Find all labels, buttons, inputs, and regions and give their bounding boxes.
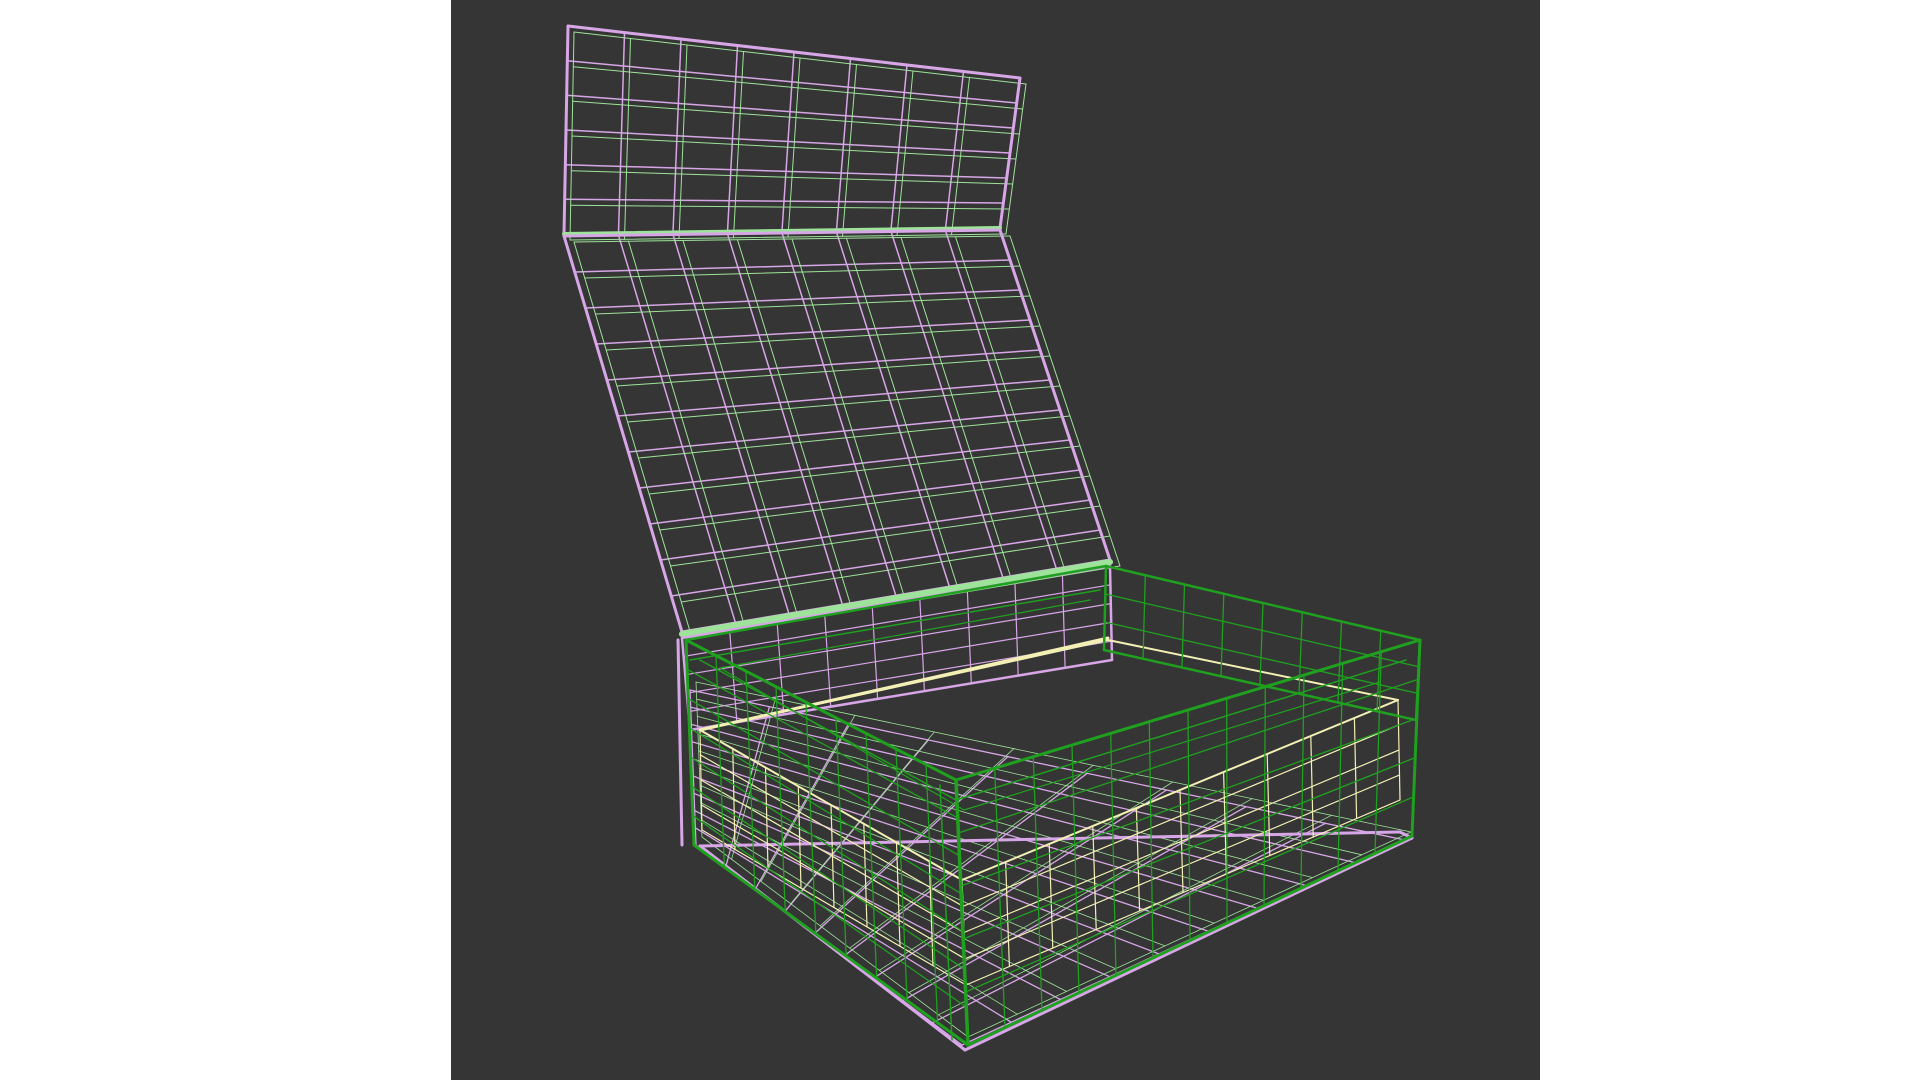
outer-rim-right-inner bbox=[955, 659, 1407, 801]
outer-right-grid-col bbox=[1300, 674, 1305, 889]
panel-grid-col bbox=[726, 233, 844, 606]
outer-right-grid-col bbox=[1187, 709, 1191, 942]
panel-grid-row bbox=[638, 439, 1071, 489]
panel-grid-row bbox=[573, 259, 1011, 273]
floor-grid-alt-col bbox=[819, 748, 1015, 927]
inner-right-grid-row bbox=[965, 799, 1401, 986]
panel-grid-col bbox=[781, 232, 897, 597]
flap-grid-row bbox=[566, 59, 1018, 104]
panel-grid-row bbox=[616, 379, 1051, 417]
outer-backright-grid-col bbox=[1298, 611, 1303, 695]
back-grid-col bbox=[871, 605, 879, 700]
panel-grid-alt-col bbox=[682, 240, 800, 621]
panel-grid-row bbox=[670, 529, 1101, 597]
lid-flap bbox=[562, 24, 1027, 241]
floor-grid-col bbox=[931, 822, 1327, 1024]
outer-frame-line bbox=[719, 599, 1091, 669]
panel-grid-alt-row bbox=[616, 355, 1051, 387]
back-grid-col bbox=[824, 613, 832, 708]
panel-grid-alt-col bbox=[900, 237, 1014, 585]
panel-grid-alt-col bbox=[846, 237, 960, 594]
outer-corner-post-inner bbox=[939, 784, 953, 1041]
floor-grid-col bbox=[872, 789, 1168, 979]
back-grid-col bbox=[776, 621, 785, 716]
inner-rim-back bbox=[698, 636, 1110, 732]
flap-grid-alt-row bbox=[572, 66, 1024, 110]
panel-grid-alt-row bbox=[637, 415, 1071, 459]
flap-grid-alt-row bbox=[571, 135, 1017, 160]
flap-grid-row bbox=[565, 94, 1015, 129]
back-left-edge bbox=[676, 638, 684, 847]
back-grid-row bbox=[684, 602, 1112, 676]
outer-left-outline bbox=[692, 843, 970, 1047]
outer-frame-line bbox=[719, 667, 965, 811]
panel-grid-alt-row bbox=[670, 505, 1101, 567]
flap-grid-alt-row bbox=[572, 100, 1020, 135]
panel-grid-alt-col bbox=[791, 238, 907, 603]
panel-grid-row bbox=[659, 499, 1091, 561]
panel-grid-alt-row bbox=[659, 475, 1091, 531]
flap-grid-alt-row bbox=[573, 31, 1027, 85]
outer-backright-grid-row bbox=[1104, 593, 1420, 668]
panel-grid-alt-row bbox=[680, 535, 1111, 603]
inner-right-grid-row bbox=[964, 774, 1401, 960]
panel-hinge bbox=[679, 559, 1113, 637]
panel-grid-row bbox=[649, 469, 1081, 525]
panel-grid-alt-row bbox=[605, 325, 1041, 351]
outer-right-grid-col bbox=[1263, 686, 1266, 907]
outer-rim-back bbox=[684, 564, 1108, 642]
outer-right-grid-col bbox=[1032, 756, 1043, 1011]
back-grid-row bbox=[686, 621, 1112, 694]
outer-backright-grid-col bbox=[1337, 620, 1343, 704]
back-grid-col bbox=[919, 597, 925, 692]
panel-grid-alt-col bbox=[737, 239, 853, 612]
back-grid-col bbox=[1014, 581, 1019, 677]
panel-grid-alt-row bbox=[648, 445, 1081, 495]
3d-viewport[interactable] bbox=[451, 0, 1540, 1080]
panel-grid-alt-col bbox=[628, 240, 746, 630]
page bbox=[0, 0, 1920, 1080]
wireframe-scene[interactable] bbox=[451, 0, 1540, 1080]
back-grid-col bbox=[1061, 573, 1066, 669]
outer-right-grid-col bbox=[1148, 721, 1154, 959]
panel-grid-alt-row bbox=[584, 265, 1021, 279]
panel-outline bbox=[562, 234, 684, 634]
inner-rim bbox=[699, 729, 963, 881]
panel-grid-alt-col bbox=[573, 241, 693, 639]
floor-outline bbox=[963, 836, 1414, 1052]
flap-outline bbox=[562, 24, 570, 236]
base-inner bbox=[698, 636, 1401, 986]
outer-backright-outline bbox=[1104, 564, 1422, 642]
panel-grid-row bbox=[595, 319, 1031, 345]
outer-backright-grid-col bbox=[1142, 574, 1146, 660]
inner-left-grid-row bbox=[699, 754, 964, 907]
panel-grid-row bbox=[606, 349, 1041, 381]
flap-outline bbox=[566, 24, 1022, 80]
back-outline bbox=[1108, 564, 1114, 662]
outer-left-grid-row bbox=[687, 697, 961, 857]
outer-backright-grid-row bbox=[1104, 621, 1418, 694]
lid-panel bbox=[562, 228, 1121, 639]
